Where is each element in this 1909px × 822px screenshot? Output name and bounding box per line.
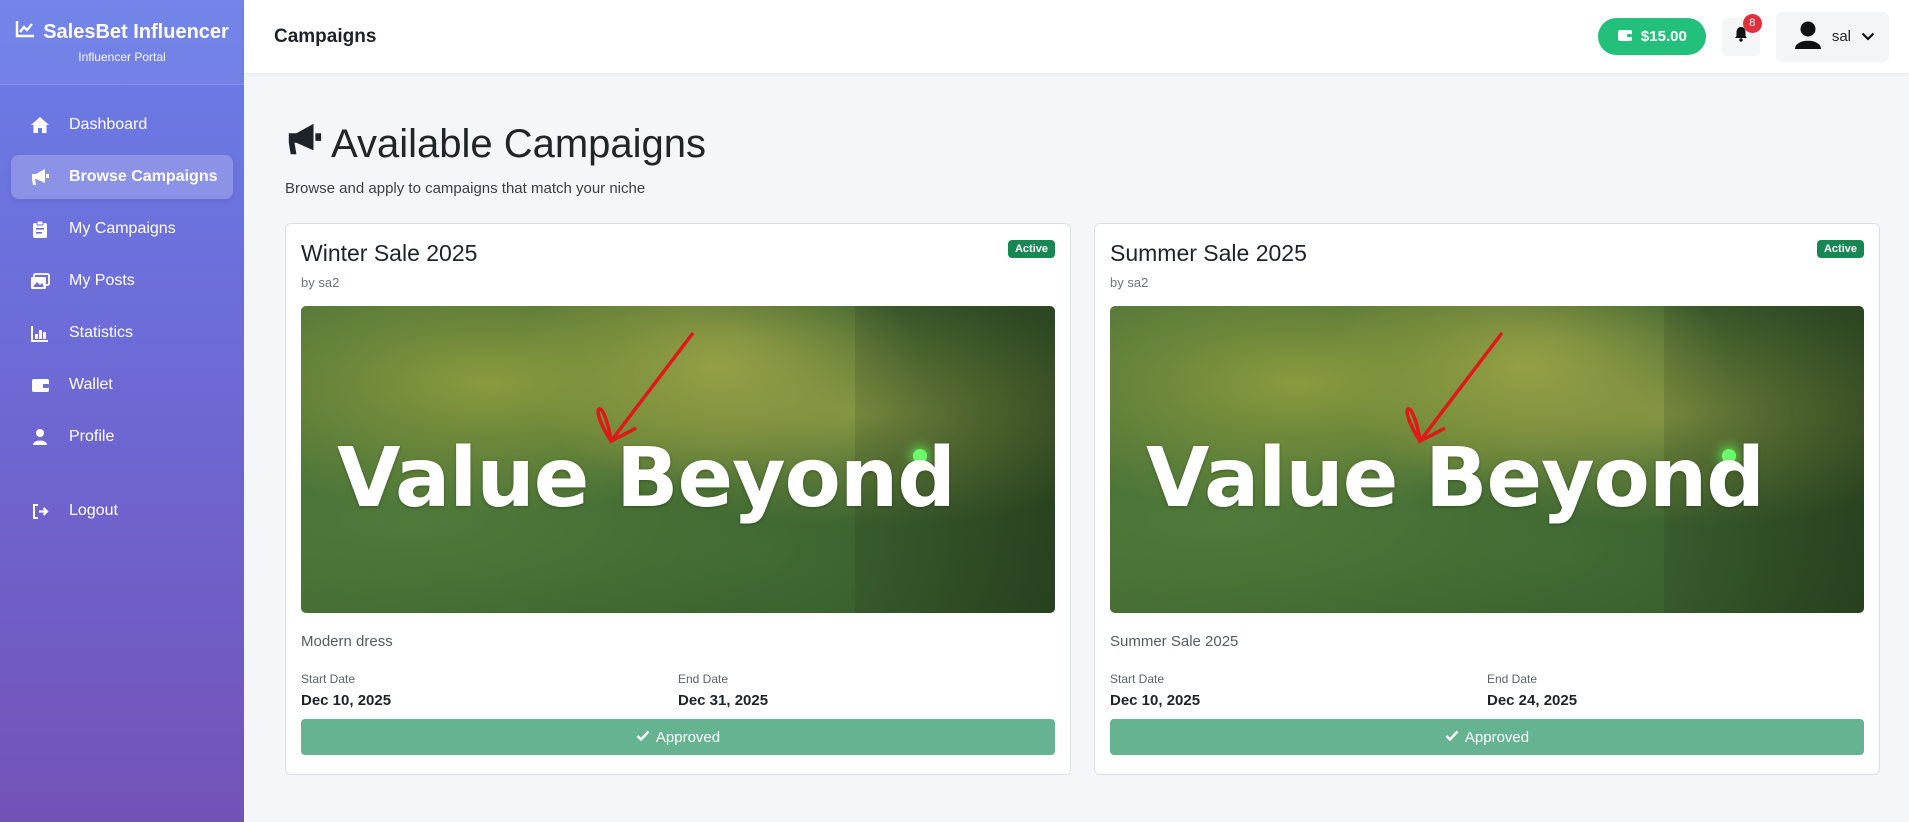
wallet-icon [1617,28,1633,46]
sidebar-item-label: Logout [69,502,118,519]
approved-label: Approved [655,728,721,746]
campaign-title: Summer Sale 2025 [1110,240,1307,266]
sidebar-item-label: My Campaigns [69,220,176,237]
page-title: Campaigns [274,25,377,47]
campaign-description: Modern dress [301,633,393,650]
sidebar-item-label: Profile [69,428,115,445]
start-date: Dec 10, 2025 [301,692,392,709]
sidebar-item-statistics[interactable]: Statistics [11,311,233,355]
campaign-card: Summer Sale 2025 by sa2 Active Value Bey… [1094,223,1880,775]
clipboard-icon [29,219,51,239]
check-icon [1445,729,1459,746]
sidebar-item-dashboard[interactable]: Dashboard [11,103,233,147]
sidebar-item-label: Statistics [69,324,134,341]
home-icon [29,115,51,135]
start-date-label: Start Date [1110,672,1165,686]
wallet-icon [29,375,51,395]
main-header: Available Campaigns Browse and apply to … [285,120,1880,198]
start-date: Dec 10, 2025 [1110,692,1201,709]
campaign-banner-image: Value Beyond [301,306,1055,613]
campaign-list: Winter Sale 2025 by sa2 Active Value Bey… [285,223,1880,775]
sidebar-nav: Dashboard Browse Campaigns My Campaigns … [0,103,244,533]
sidebar-item-label: Wallet [69,376,113,393]
sidebar-item-label: My Posts [69,272,135,289]
start-date-label: Start Date [301,672,356,686]
sidebar-item-my-posts[interactable]: My Posts [11,259,233,303]
sidebar-item-profile[interactable]: Profile [11,415,233,459]
logout-icon [29,501,51,521]
brand[interactable]: SalesBet Influencer Influencer Portal [0,0,244,85]
megaphone-icon [29,167,51,187]
red-arrow-annotation [596,331,695,444]
approved-button[interactable]: Approved [301,719,1055,755]
red-arrow-annotation [1405,331,1504,444]
brand-name: SalesBet Influencer [43,20,229,43]
avatar [1794,20,1822,54]
notifications-button[interactable]: 8 [1721,13,1762,56]
campaign-author: by sa2 [301,275,340,290]
campaign-dates: Start Date Dec 10, 2025 End Date Dec 31,… [301,672,1055,709]
notifications-badge: 8 [1742,13,1762,33]
chart-line-icon [15,20,35,44]
megaphone-icon [285,120,323,168]
page-subtext: Browse and apply to campaigns that match… [285,180,646,197]
campaign-banner-image: Value Beyond [1110,306,1864,613]
user-name: sal [1831,28,1851,45]
topbar: Campaigns $15.00 8 sal [244,0,1909,73]
campaign-title: Winter Sale 2025 [301,240,478,266]
wallet-balance-button[interactable]: $15.00 [1597,18,1706,55]
sidebar-item-my-campaigns[interactable]: My Campaigns [11,207,233,251]
campaign-author: by sa2 [1110,275,1149,290]
wallet-balance: $15.00 [1640,28,1687,45]
bar-chart-icon [29,323,51,343]
chevron-down-icon [1861,28,1875,45]
images-icon [29,271,51,291]
status-badge: Active [1816,240,1864,258]
campaign-description: Summer Sale 2025 [1110,633,1239,650]
page-heading: Available Campaigns [331,121,707,166]
sidebar-item-label: Dashboard [69,116,148,133]
end-date: Dec 31, 2025 [678,692,769,709]
check-icon [636,729,650,746]
sidebar-item-wallet[interactable]: Wallet [11,363,233,407]
end-date: Dec 24, 2025 [1487,692,1578,709]
sidebar: SalesBet Influencer Influencer Portal Da… [0,0,244,822]
brand-subtitle: Influencer Portal [78,50,166,64]
end-date-label: End Date [1487,672,1538,686]
sidebar-item-browse-campaigns[interactable]: Browse Campaigns [11,155,233,199]
user-icon [29,427,51,447]
approved-label: Approved [1464,728,1530,746]
sidebar-item-logout[interactable]: Logout [11,489,233,533]
campaign-card: Winter Sale 2025 by sa2 Active Value Bey… [285,223,1071,775]
approved-button[interactable]: Approved [1110,719,1864,755]
status-badge: Active [1007,240,1055,258]
user-menu-button[interactable]: sal [1775,11,1889,62]
sidebar-item-label: Browse Campaigns [69,168,218,185]
campaign-dates: Start Date Dec 10, 2025 End Date Dec 24,… [1110,672,1864,709]
end-date-label: End Date [678,672,729,686]
